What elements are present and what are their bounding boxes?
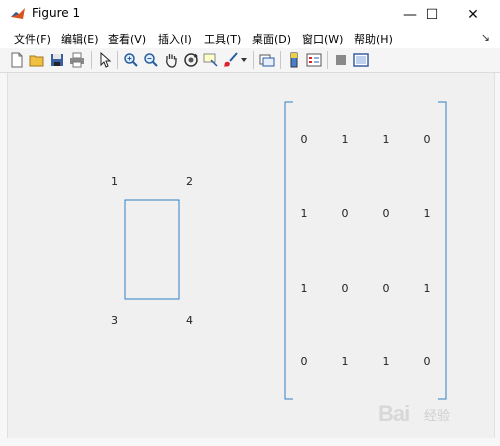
pan-hand-icon[interactable]: [162, 51, 180, 69]
show-plot-tools-icon[interactable]: [352, 51, 370, 69]
data-cursor-icon[interactable]: [202, 51, 220, 69]
insert-legend-icon[interactable]: [305, 51, 323, 69]
matrix-cell: 0: [300, 133, 308, 146]
matlab-logo-icon: [10, 6, 26, 22]
maximize-button[interactable]: ☐: [414, 0, 450, 29]
figure-canvas[interactable]: 1 2 3 4 0 1 1 0 1 0 0 1 1 0 0 1 0 1 1 0: [7, 73, 495, 438]
vertex-label-4: 4: [186, 314, 193, 327]
window-title: Figure 1: [32, 6, 81, 20]
select-arrow-icon[interactable]: [96, 51, 114, 69]
matrix-cell: 0: [341, 207, 349, 220]
matrix-cell: 0: [382, 282, 390, 295]
menu-desktop[interactable]: 桌面(D): [252, 31, 291, 47]
matrix-cell: 0: [300, 355, 308, 368]
dock-arrow-icon[interactable]: ↘: [481, 31, 490, 44]
vertex-label-1: 1: [111, 175, 118, 188]
matrix-cell: 1: [382, 133, 390, 146]
matrix-cell: 1: [341, 355, 349, 368]
zoom-in-icon[interactable]: [122, 51, 140, 69]
menu-window[interactable]: 窗口(W): [302, 31, 343, 47]
baidu-watermark: Bai 经验: [378, 395, 488, 435]
matrix-cell: 1: [423, 282, 431, 295]
maximize-icon: ☐: [425, 6, 439, 23]
menu-help[interactable]: 帮助(H): [354, 31, 393, 47]
menu-file[interactable]: 文件(F): [14, 31, 51, 47]
matrix-left-bracket: [284, 101, 293, 400]
vertex-label-3: 3: [111, 314, 118, 327]
print-icon[interactable]: [68, 51, 86, 69]
watermark-sub: 经验: [424, 409, 451, 424]
toolbar-separator: [117, 51, 118, 69]
toolbar-separator: [327, 51, 328, 69]
figure-toolbar: [0, 48, 500, 73]
watermark-text: Bai: [378, 401, 410, 426]
save-icon[interactable]: [48, 51, 66, 69]
rotate-3d-icon[interactable]: [182, 51, 200, 69]
plot-svg: [124, 101, 447, 400]
menu-edit[interactable]: 编辑(E): [61, 31, 99, 47]
menu-tools[interactable]: 工具(T): [204, 31, 241, 47]
brush-icon[interactable]: [222, 51, 240, 69]
toolbar-separator: [91, 51, 92, 69]
bottom-border: [0, 438, 500, 446]
matrix-cell: 1: [341, 133, 349, 146]
menu-insert[interactable]: 插入(I): [158, 31, 192, 47]
matrix-cell: 0: [423, 355, 431, 368]
close-button[interactable]: ✕: [455, 0, 491, 29]
matrix-right-bracket: [438, 101, 447, 400]
hide-plot-tools-icon[interactable]: [332, 51, 350, 69]
matrix-cell: 1: [423, 207, 431, 220]
toolbar-separator: [280, 51, 281, 69]
new-figure-icon[interactable]: [8, 51, 26, 69]
zoom-out-icon[interactable]: [142, 51, 160, 69]
figure-window: Figure 1 — ☐ ✕ 文件(F) 编辑(E) 查看(V) 插入(I) 工…: [0, 0, 500, 446]
dropdown-icon[interactable]: [239, 51, 249, 69]
close-icon: ✕: [467, 6, 479, 23]
matrix-cell: 0: [382, 207, 390, 220]
matrix-cell: 0: [341, 282, 349, 295]
toolbar-separator: [253, 51, 254, 69]
matrix-cell: 0: [423, 133, 431, 146]
left-border: [0, 73, 7, 446]
matrix-cell: 1: [300, 207, 308, 220]
menu-view[interactable]: 查看(V): [108, 31, 146, 47]
menu-bar: 文件(F) 编辑(E) 查看(V) 插入(I) 工具(T) 桌面(D) 窗口(W…: [0, 29, 500, 48]
title-bar: Figure 1 — ☐ ✕: [0, 0, 500, 29]
link-plot-icon[interactable]: [258, 51, 276, 69]
rectangle-graph-edges: [124, 199, 180, 300]
insert-colorbar-icon[interactable]: [285, 51, 303, 69]
matrix-cell: 1: [382, 355, 390, 368]
vertex-label-2: 2: [186, 175, 193, 188]
matrix-cell: 1: [300, 282, 308, 295]
open-file-icon[interactable]: [28, 51, 46, 69]
